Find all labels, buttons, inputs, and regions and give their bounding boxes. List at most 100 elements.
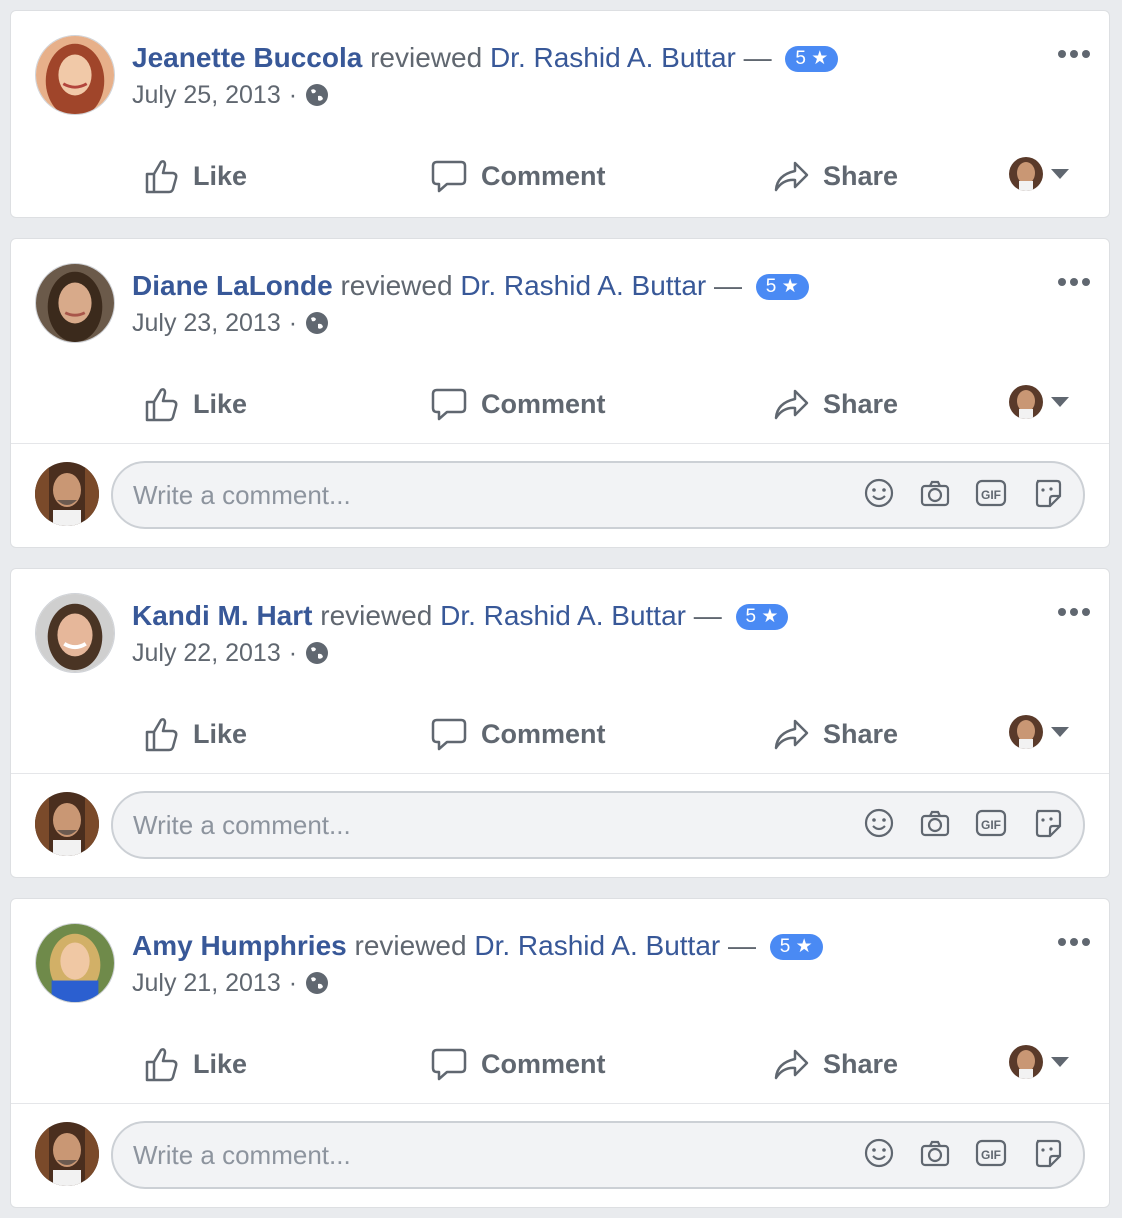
comment-button[interactable]: Comment [429, 1043, 606, 1085]
rating-badge: 5 ★ [735, 604, 789, 630]
more-options-icon[interactable] [1057, 605, 1091, 617]
post-meta: July 22, 2013 · [132, 638, 329, 668]
review-post: Jeanette Buccola reviewed Dr. Rashid A. … [10, 10, 1110, 218]
globe-icon[interactable] [305, 311, 329, 335]
share-icon [774, 719, 809, 750]
camera-icon[interactable] [919, 477, 951, 509]
current-user-avatar [1009, 1045, 1043, 1079]
share-button[interactable]: Share [771, 1043, 898, 1085]
sticker-icon[interactable] [1031, 477, 1063, 509]
current-user-avatar [1009, 157, 1043, 191]
svg-text:GIF: GIF [981, 818, 1001, 832]
share-button[interactable]: Share [771, 383, 898, 425]
review-verb: reviewed [320, 600, 433, 631]
emoji-icon[interactable] [863, 807, 895, 839]
page-name-link[interactable]: Dr. Rashid A. Buttar [490, 42, 736, 73]
page-name-link[interactable]: Dr. Rashid A. Buttar [460, 270, 706, 301]
reviewer-name-link[interactable]: Kandi M. Hart [132, 600, 312, 631]
post-as-selector[interactable] [1009, 157, 1069, 191]
comment-label: Comment [481, 718, 606, 749]
globe-icon[interactable] [305, 83, 329, 107]
globe-icon[interactable] [305, 971, 329, 995]
gif-icon[interactable]: GIF [975, 477, 1007, 509]
post-as-selector[interactable] [1009, 385, 1069, 419]
globe-icon[interactable] [305, 641, 329, 665]
post-meta: July 23, 2013 · [132, 308, 329, 338]
composer-tools: GIF [863, 1137, 1063, 1169]
rating-value: 5 [765, 276, 777, 297]
share-label: Share [823, 1048, 899, 1079]
share-icon [774, 161, 809, 192]
current-user-avatar[interactable] [35, 462, 99, 526]
like-button[interactable]: Like [141, 1043, 247, 1085]
share-button[interactable]: Share [771, 155, 898, 197]
post-meta: July 25, 2013 · [132, 80, 329, 110]
review-verb: reviewed [340, 270, 453, 301]
gif-icon[interactable]: GIF [975, 1137, 1007, 1169]
comment-composer: GIF [11, 774, 1109, 875]
comment-icon [431, 718, 467, 751]
rating-badge: 5 ★ [755, 274, 809, 300]
like-button[interactable]: Like [141, 713, 247, 755]
more-options-icon[interactable] [1057, 935, 1091, 947]
post-date[interactable]: July 23, 2013 [132, 308, 281, 338]
comment-button[interactable]: Comment [429, 383, 606, 425]
camera-icon[interactable] [919, 807, 951, 839]
rating-badge: 5 ★ [769, 934, 823, 960]
review-post: Diane LaLonde reviewed Dr. Rashid A. But… [10, 238, 1110, 548]
reviewer-name-link[interactable]: Amy Humphries [132, 930, 347, 961]
comment-box: GIF [111, 791, 1085, 859]
review-post: Kandi M. Hart reviewed Dr. Rashid A. But… [10, 568, 1110, 878]
comment-input[interactable] [133, 1123, 833, 1187]
emoji-icon[interactable] [863, 477, 895, 509]
reviewer-name-link[interactable]: Diane LaLonde [132, 270, 333, 301]
like-button[interactable]: Like [141, 383, 247, 425]
post-actions: Like Comment Share [11, 699, 1109, 769]
star-icon: ★ [781, 276, 799, 297]
like-button[interactable]: Like [141, 155, 247, 197]
sticker-icon[interactable] [1031, 1137, 1063, 1169]
more-options-icon[interactable] [1057, 275, 1091, 287]
review-post: Amy Humphries reviewed Dr. Rashid A. But… [10, 898, 1110, 1208]
post-as-selector[interactable] [1009, 715, 1069, 749]
comment-label: Comment [481, 388, 606, 419]
post-date[interactable]: July 21, 2013 [132, 968, 281, 998]
comment-icon [431, 1048, 467, 1081]
comment-button[interactable]: Comment [429, 155, 606, 197]
meta-dot: · [288, 639, 298, 667]
share-label: Share [823, 160, 899, 191]
post-date[interactable]: July 25, 2013 [132, 80, 281, 110]
camera-icon[interactable] [919, 1137, 951, 1169]
post-actions: Like Comment Share [11, 369, 1109, 439]
comment-input[interactable] [133, 793, 833, 857]
reviewer-avatar[interactable] [35, 35, 115, 115]
comment-button[interactable]: Comment [429, 713, 606, 755]
current-user-avatar[interactable] [35, 1122, 99, 1186]
share-button[interactable]: Share [771, 713, 898, 755]
meta-dot: · [288, 309, 298, 337]
post-as-selector[interactable] [1009, 1045, 1069, 1079]
review-headline: Diane LaLonde reviewed Dr. Rashid A. But… [132, 269, 809, 303]
comment-input[interactable] [133, 463, 833, 527]
share-label: Share [823, 718, 899, 749]
gif-icon[interactable]: GIF [975, 807, 1007, 839]
page-name-link[interactable]: Dr. Rashid A. Buttar [440, 600, 686, 631]
page-name-link[interactable]: Dr. Rashid A. Buttar [474, 930, 720, 961]
share-label: Share [823, 388, 899, 419]
like-label: Like [193, 388, 248, 419]
rating-value: 5 [795, 48, 806, 69]
post-date[interactable]: July 22, 2013 [132, 638, 281, 668]
current-user-avatar[interactable] [35, 792, 99, 856]
composer-tools: GIF [863, 477, 1063, 509]
svg-text:GIF: GIF [981, 488, 1001, 502]
like-icon [145, 718, 178, 752]
more-options-icon[interactable] [1057, 47, 1091, 59]
reviewer-avatar[interactable] [35, 263, 115, 343]
star-icon: ★ [795, 936, 813, 957]
reviewer-avatar[interactable] [35, 593, 115, 673]
sticker-icon[interactable] [1031, 807, 1063, 839]
like-label: Like [193, 718, 248, 749]
emoji-icon[interactable] [863, 1137, 895, 1169]
reviewer-avatar[interactable] [35, 923, 115, 1003]
reviewer-name-link[interactable]: Jeanette Buccola [132, 42, 362, 73]
